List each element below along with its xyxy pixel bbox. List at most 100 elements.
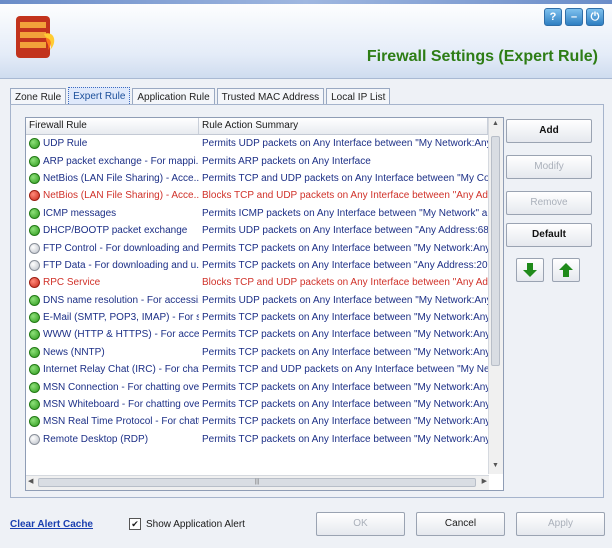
- inactive-status-icon[interactable]: [29, 433, 40, 445]
- inactive-status-icon[interactable]: [29, 242, 40, 254]
- minimize-icon[interactable]: –: [565, 8, 583, 26]
- remove-button[interactable]: Remove: [506, 191, 592, 215]
- blocked-status-icon[interactable]: [29, 277, 40, 289]
- arrow-up-icon: [559, 263, 573, 277]
- table-row[interactable]: Internet Relay Chat (IRC) - For chat... P…: [26, 361, 488, 378]
- rule-name-cell: NetBios (LAN File Sharing) - Acce...: [26, 190, 199, 202]
- rule-name-cell: Internet Relay Chat (IRC) - For chat...: [26, 364, 199, 376]
- permitted-status-icon[interactable]: [29, 138, 40, 150]
- permitted-status-icon[interactable]: [29, 346, 40, 358]
- table-row[interactable]: WWW (HTTP & HTTPS) - For acce... Permits …: [26, 326, 488, 343]
- column-header-firewall-rule[interactable]: Firewall Rule: [26, 118, 199, 134]
- rule-name-cell: FTP Control - For downloading and...: [26, 242, 199, 254]
- table-row[interactable]: ICMP messages Permits ICMP packets on Any…: [26, 205, 488, 222]
- window-header: ? – ⏻ Firewall Settings (Expert Rule): [0, 0, 612, 79]
- permitted-status-icon[interactable]: [29, 416, 40, 428]
- rule-name-cell: UDP Rule: [26, 138, 199, 150]
- rule-summary: Permits TCP and UDP packets on Any Inter…: [202, 364, 488, 376]
- ok-button[interactable]: OK: [316, 512, 405, 536]
- permitted-status-icon[interactable]: [29, 225, 40, 237]
- permitted-status-icon[interactable]: [29, 172, 40, 184]
- move-up-button[interactable]: [552, 258, 580, 282]
- table-row[interactable]: NetBios (LAN File Sharing) - Acce... Perm…: [26, 170, 488, 187]
- rule-name: News (NNTP): [43, 346, 105, 358]
- rule-name-cell: News (NNTP): [26, 346, 199, 358]
- table-row[interactable]: DHCP/BOOTP packet exchange Permits UDP pa…: [26, 222, 488, 239]
- modify-button[interactable]: Modify: [506, 155, 592, 179]
- permitted-status-icon[interactable]: [29, 381, 40, 393]
- rule-name: DHCP/BOOTP packet exchange: [43, 225, 188, 237]
- table-row[interactable]: FTP Data - For downloading and u... Permi…: [26, 257, 488, 274]
- column-header-rule-action-summary[interactable]: Rule Action Summary: [199, 118, 488, 134]
- rule-name: UDP Rule: [43, 138, 88, 150]
- checkbox-checked-icon[interactable]: ✔: [129, 518, 141, 530]
- table-row[interactable]: MSN Connection - For chatting ove... Perm…: [26, 378, 488, 395]
- rules-table: Firewall Rule Rule Action Summary UDP Ru…: [25, 117, 504, 491]
- permitted-status-icon[interactable]: [29, 364, 40, 376]
- move-down-button[interactable]: [516, 258, 544, 282]
- show-application-alert-checkbox[interactable]: ✔ Show Application Alert: [129, 518, 245, 530]
- rule-name-cell: DHCP/BOOTP packet exchange: [26, 225, 199, 237]
- rule-summary: Permits TCP packets on Any Interface bet…: [202, 399, 488, 411]
- apply-button[interactable]: Apply: [516, 512, 605, 536]
- rule-name-cell: WWW (HTTP & HTTPS) - For acce...: [26, 329, 199, 341]
- scroll-left-icon[interactable]: ◀: [28, 477, 33, 485]
- table-row[interactable]: E-Mail (SMTP, POP3, IMAP) - For se... Per…: [26, 309, 488, 326]
- firewall-logo-icon: [16, 16, 55, 58]
- table-row[interactable]: MSN Real Time Protocol - For chatti... Pe…: [26, 413, 488, 430]
- cancel-button[interactable]: Cancel: [416, 512, 505, 536]
- rule-summary: Permits TCP packets on Any Interface bet…: [202, 242, 488, 254]
- rule-name: ICMP messages: [43, 207, 117, 219]
- table-row[interactable]: Remote Desktop (RDP) Permits TCP packets …: [26, 431, 488, 448]
- scroll-right-icon[interactable]: ▶: [482, 477, 487, 485]
- rule-name: FTP Data - For downloading and u...: [43, 259, 199, 271]
- rule-name: NetBios (LAN File Sharing) - Acce...: [43, 190, 199, 202]
- table-row[interactable]: ARP packet exchange - For mappi... Permit…: [26, 152, 488, 169]
- scroll-down-icon[interactable]: ▼: [491, 462, 500, 472]
- rule-name: RPC Service: [43, 277, 101, 289]
- rule-summary: Permits UDP packets on Any Interface bet…: [202, 294, 488, 306]
- arrow-down-icon: [523, 263, 537, 277]
- permitted-status-icon[interactable]: [29, 294, 40, 306]
- table-row[interactable]: News (NNTP) Permits TCP packets on Any In…: [26, 344, 488, 361]
- horizontal-scrollbar[interactable]: ◀ ||| ▶: [26, 475, 489, 490]
- vertical-scrollbar[interactable]: ▲ ▼: [488, 118, 503, 474]
- default-button[interactable]: Default: [506, 223, 592, 247]
- rule-name: Remote Desktop (RDP): [43, 433, 149, 445]
- rule-name-cell: ICMP messages: [26, 207, 199, 219]
- power-icon[interactable]: ⏻: [586, 8, 604, 26]
- permitted-status-icon[interactable]: [29, 312, 40, 324]
- rule-summary: Permits TCP packets on Any Interface bet…: [202, 259, 488, 271]
- rule-summary: Permits ICMP packets on Any Interface be…: [202, 207, 488, 219]
- rule-name: WWW (HTTP & HTTPS) - For acce...: [43, 329, 199, 341]
- rule-summary: Blocks TCP and UDP packets on Any Interf…: [202, 277, 488, 289]
- table-row[interactable]: DNS name resolution - For accessi... Perm…: [26, 292, 488, 309]
- table-row[interactable]: RPC Service Blocks TCP and UDP packets on…: [26, 274, 488, 291]
- rule-name-cell: RPC Service: [26, 277, 199, 289]
- rule-name: FTP Control - For downloading and...: [43, 242, 199, 254]
- horizontal-scroll-thumb[interactable]: |||: [38, 478, 476, 487]
- vertical-scroll-thumb[interactable]: [491, 136, 500, 366]
- rule-summary: Permits TCP packets on Any Interface bet…: [202, 433, 488, 445]
- rule-name-cell: E-Mail (SMTP, POP3, IMAP) - For se...: [26, 312, 199, 324]
- rule-summary: Permits UDP packets on Any Interface bet…: [202, 225, 488, 237]
- table-row[interactable]: MSN Whiteboard - For chatting ove... Perm…: [26, 396, 488, 413]
- inactive-status-icon[interactable]: [29, 259, 40, 271]
- rule-name: MSN Whiteboard - For chatting ove...: [43, 399, 199, 411]
- rule-summary: Permits TCP packets on Any Interface bet…: [202, 346, 488, 358]
- table-body: UDP Rule Permits UDP packets on Any Inter…: [26, 135, 488, 448]
- permitted-status-icon[interactable]: [29, 329, 40, 341]
- table-row[interactable]: FTP Control - For downloading and... Perm…: [26, 239, 488, 256]
- table-row[interactable]: UDP Rule Permits UDP packets on Any Inter…: [26, 135, 488, 152]
- blocked-status-icon[interactable]: [29, 190, 40, 202]
- table-row[interactable]: NetBios (LAN File Sharing) - Acce... Bloc…: [26, 187, 488, 204]
- add-button[interactable]: Add: [506, 119, 592, 143]
- scroll-up-icon[interactable]: ▲: [491, 120, 500, 130]
- permitted-status-icon[interactable]: [29, 155, 40, 167]
- permitted-status-icon[interactable]: [29, 207, 40, 219]
- window-controls: ? – ⏻: [544, 8, 604, 26]
- clear-alert-cache-link[interactable]: Clear Alert Cache: [10, 519, 93, 530]
- rule-name: E-Mail (SMTP, POP3, IMAP) - For se...: [43, 312, 199, 324]
- help-icon[interactable]: ?: [544, 8, 562, 26]
- permitted-status-icon[interactable]: [29, 399, 40, 411]
